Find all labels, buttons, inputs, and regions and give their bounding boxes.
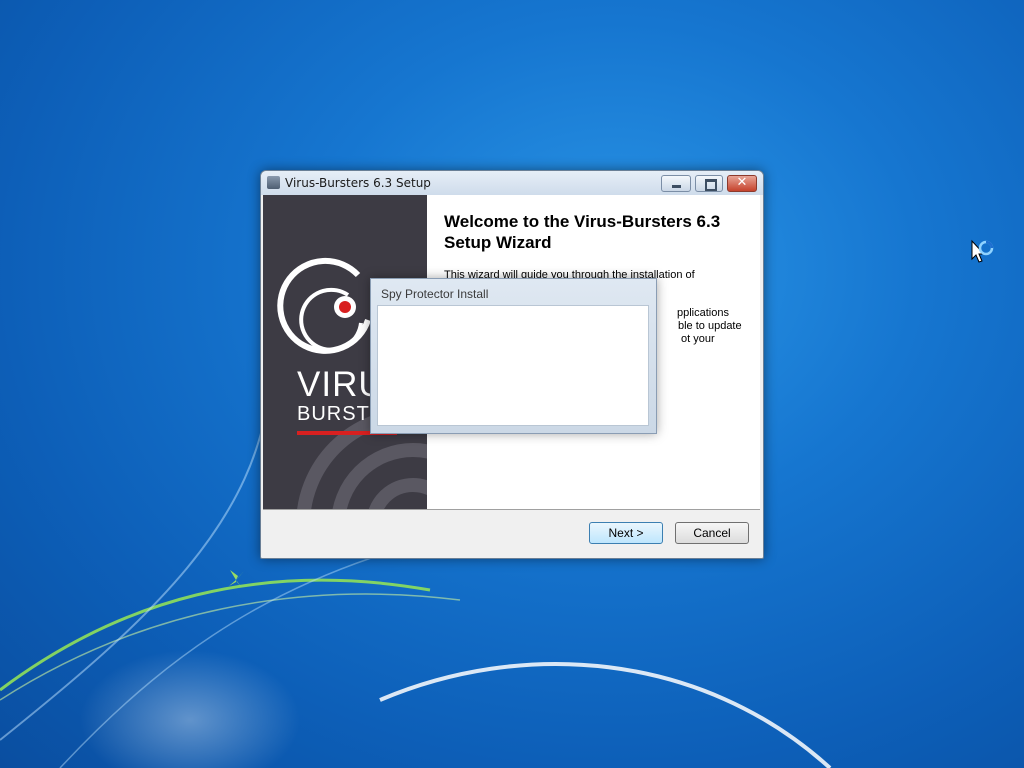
maximize-icon: [705, 179, 717, 191]
next-button[interactable]: Next >: [589, 522, 663, 544]
footer-divider: [263, 509, 760, 510]
minimize-button[interactable]: [661, 175, 691, 192]
busy-cursor-icon: [971, 239, 994, 263]
spy-dialog-body: [377, 305, 649, 426]
spy-dialog-title[interactable]: Spy Protector Install: [381, 287, 488, 301]
close-button[interactable]: ✕: [727, 175, 757, 192]
window-titlebar[interactable]: Virus-Bursters 6.3 Setup ✕: [261, 171, 763, 195]
app-icon: [267, 176, 280, 189]
minimize-icon: [672, 185, 681, 188]
body-text-line: pplications: [677, 307, 729, 319]
body-text-line: ble to update: [678, 320, 742, 332]
body-text-line: ot your: [681, 333, 715, 345]
close-icon: ✕: [736, 175, 748, 190]
welcome-heading: Welcome to the Virus-Bursters 6.3 Setup …: [444, 212, 721, 252]
cancel-button[interactable]: Cancel: [675, 522, 749, 544]
maximize-button[interactable]: [695, 175, 723, 192]
window-title: Virus-Bursters 6.3 Setup: [285, 176, 431, 190]
spy-protector-dialog: Spy Protector Install: [370, 278, 657, 434]
